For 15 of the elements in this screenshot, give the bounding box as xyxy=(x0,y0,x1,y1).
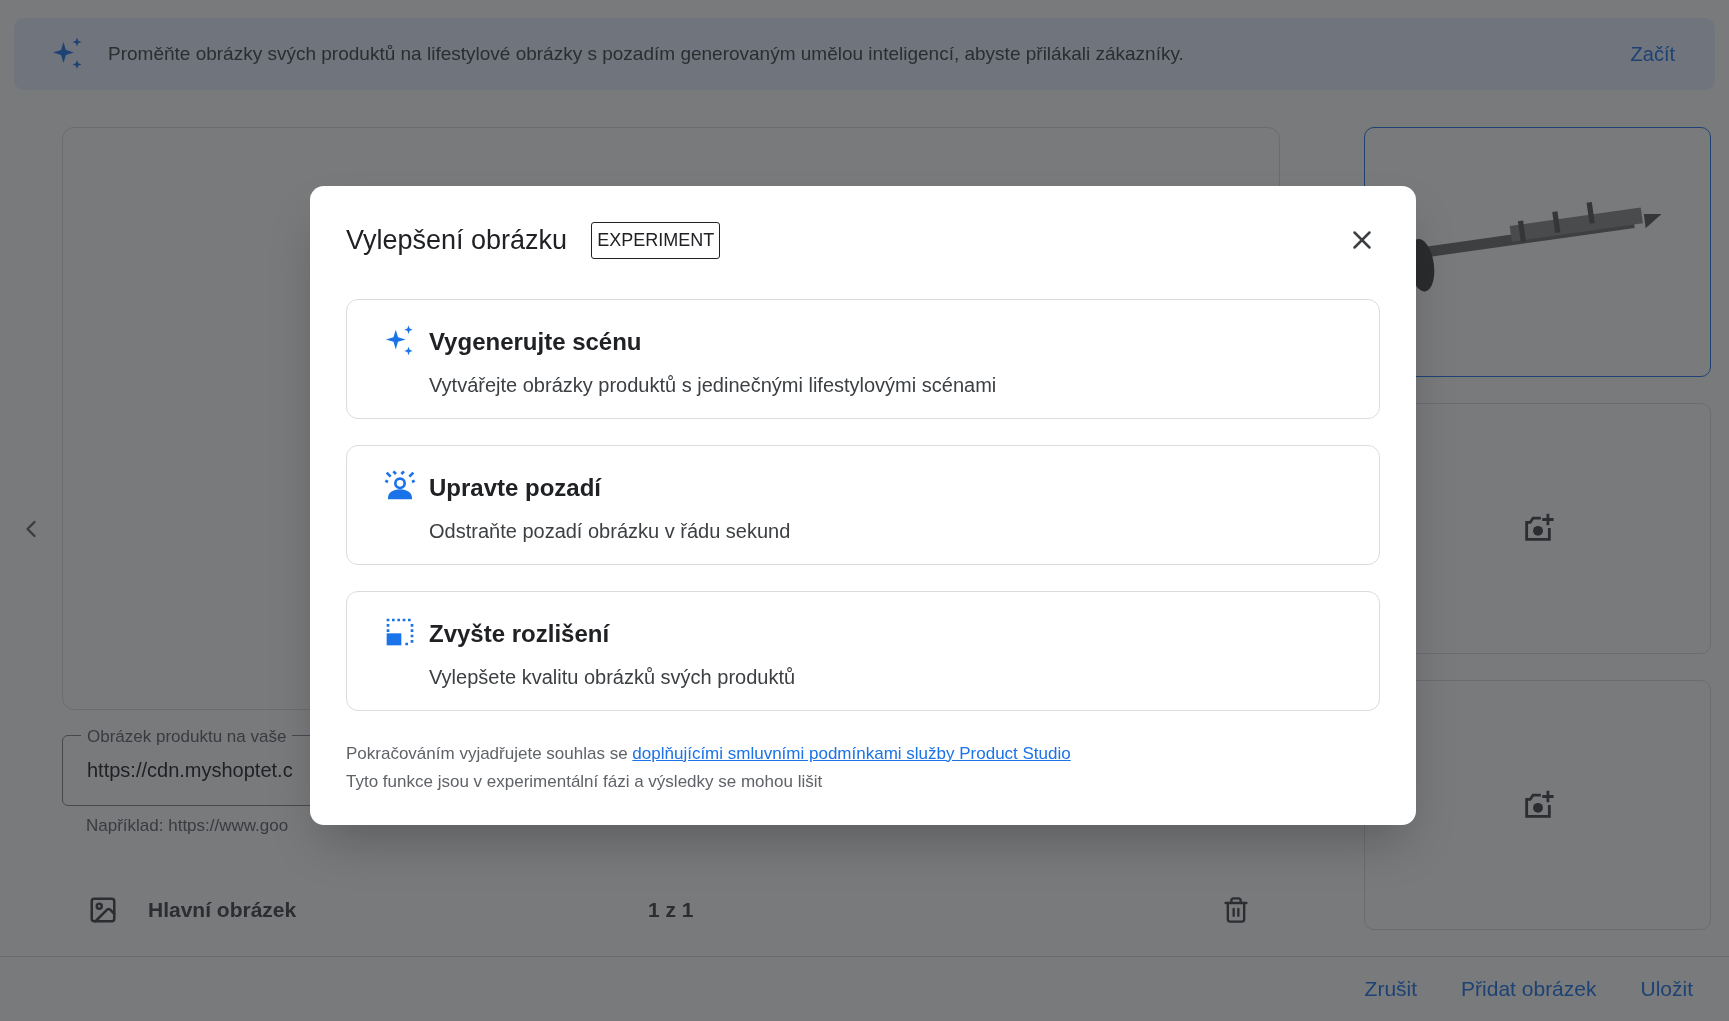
option-description: Vytvářejte obrázky produktů s jedinečnými lifestylovými scénami xyxy=(429,372,997,398)
option-title: Upravte pozadí xyxy=(429,472,603,503)
option-description: Odstraňte pozadí obrázku v řádu sekund xyxy=(429,518,791,544)
dialog-title: Vylepšení obrázku xyxy=(346,224,568,257)
experimental-note: Tyto funkce jsou v experimentální fázi a výsledky se mohou lišit xyxy=(346,771,824,793)
experiment-badge: EXPERIMENT xyxy=(591,221,721,259)
consent-text: Pokračováním vyjadřujete souhlas se doplňujícími smluvními podmínkami služby Product Studio xyxy=(346,742,1072,765)
image-label: Hlavní obrázek xyxy=(148,897,298,924)
banner-text: Proměňte obrázky svých produktů na lifestylové obrázky s pozadím generovaným umělou inteligencí, abyste přilákali zákazníky. xyxy=(108,41,1185,66)
option-title: Vygenerujte scénu xyxy=(429,326,643,357)
field-hint: Například: https://www.goo xyxy=(86,814,290,837)
option-description: Vylepšete kvalitu obrázků svých produktů xyxy=(429,664,796,690)
image-count: 1 z 1 xyxy=(648,897,694,924)
option-title: Zvyšte rozlišení xyxy=(429,618,611,649)
field-value: https://cdn.myshoptet.c xyxy=(87,758,293,784)
